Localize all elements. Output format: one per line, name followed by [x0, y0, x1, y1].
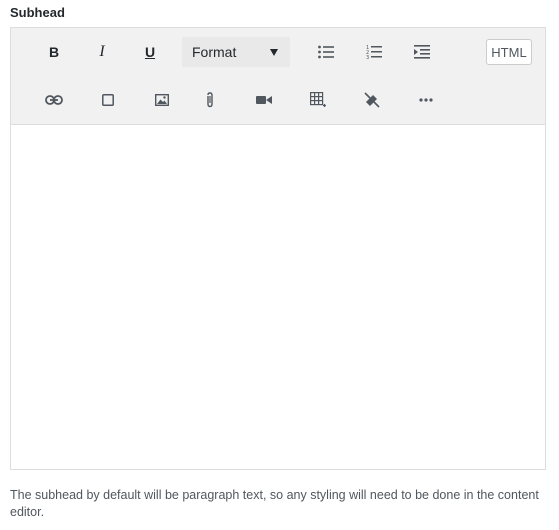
- field-help-text: The subhead by default will be paragraph…: [10, 488, 539, 519]
- underline-icon: U: [144, 44, 156, 60]
- insert-video-button[interactable]: [249, 85, 279, 115]
- bold-icon: B: [48, 44, 60, 60]
- attach-file-button[interactable]: [195, 85, 225, 115]
- video-camera-icon: [256, 96, 272, 104]
- bulleted-list-icon: [318, 45, 334, 59]
- square-icon: [102, 94, 114, 106]
- italic-icon: I: [99, 43, 105, 60]
- numbered-list-icon: 1 2 3: [366, 45, 382, 60]
- insert-block-button[interactable]: [93, 85, 123, 115]
- rich-text-editor: B I U Format 1 2 3 HTML: [10, 27, 546, 470]
- bold-button[interactable]: B: [39, 37, 69, 67]
- underline-button[interactable]: U: [135, 37, 165, 67]
- indent-button[interactable]: [407, 37, 437, 67]
- paperclip-icon: [207, 92, 213, 108]
- svg-text:3: 3: [366, 55, 369, 60]
- field-label: Subhead: [10, 5, 65, 20]
- italic-button[interactable]: I: [87, 37, 117, 67]
- image-icon: [155, 94, 169, 106]
- editor-toolbar: B I U Format 1 2 3 HTML: [11, 28, 545, 125]
- indent-icon: [414, 45, 430, 59]
- eraser-icon: [364, 92, 380, 108]
- format-dropdown[interactable]: Format: [182, 37, 290, 67]
- link-icon: [45, 95, 63, 105]
- html-mode-button[interactable]: HTML: [486, 39, 532, 65]
- bulleted-list-button[interactable]: [311, 37, 341, 67]
- editor-content-area[interactable]: [11, 125, 545, 469]
- insert-image-button[interactable]: [147, 85, 177, 115]
- link-button[interactable]: [39, 85, 69, 115]
- format-dropdown-label: Format: [192, 44, 237, 60]
- more-options-button[interactable]: [411, 85, 441, 115]
- more-icon: [419, 98, 433, 102]
- caret-down-icon: [270, 49, 278, 56]
- clear-formatting-button[interactable]: [357, 85, 387, 115]
- numbered-list-button[interactable]: 1 2 3: [359, 37, 389, 67]
- table-icon: [310, 92, 326, 107]
- insert-table-button[interactable]: [303, 85, 333, 115]
